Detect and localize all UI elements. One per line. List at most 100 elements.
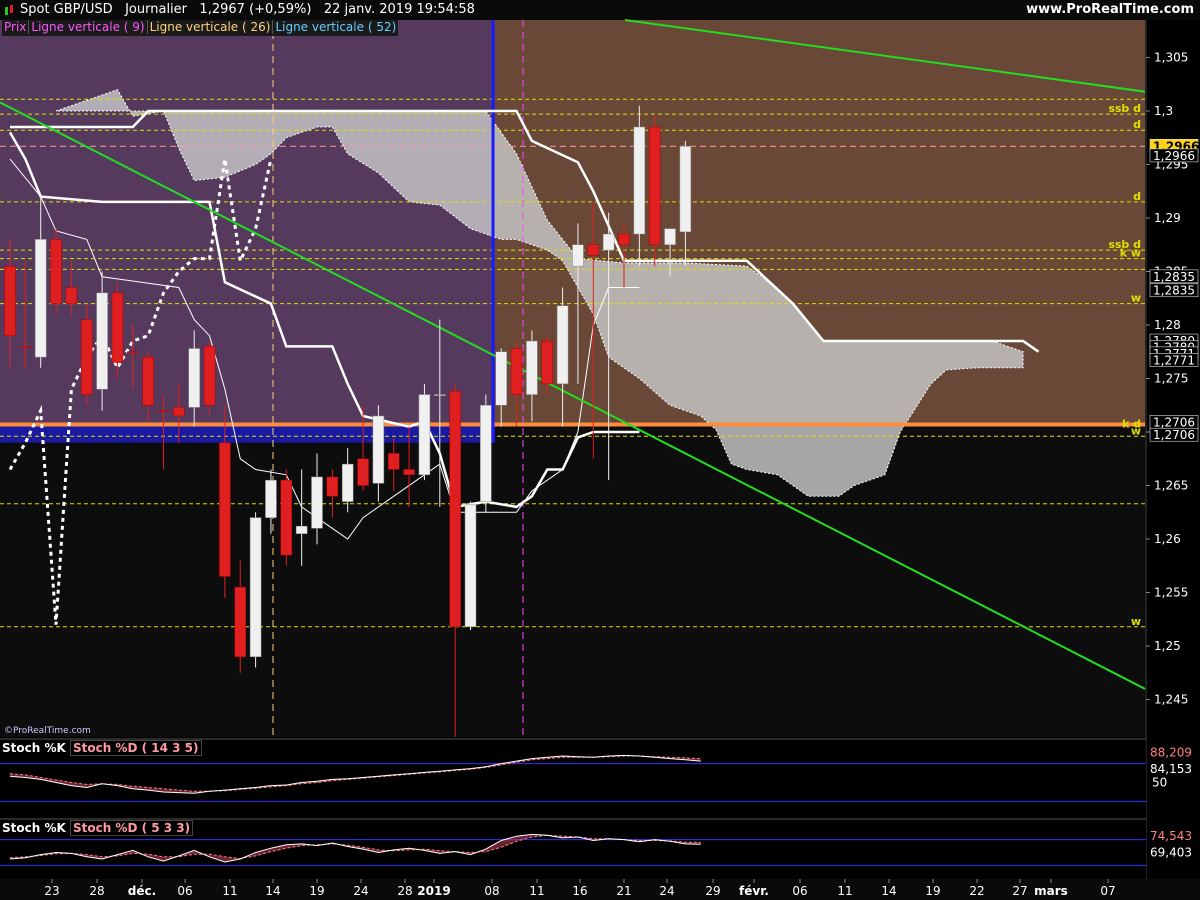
date-tick-label: 11 <box>529 884 544 898</box>
candle-body <box>173 407 185 417</box>
candle-body <box>633 126 646 235</box>
date-tick-label: 28 <box>397 884 412 898</box>
stoch2-legend: Stoch %K Stoch %D ( 5 3 3) <box>2 820 194 836</box>
candle-body <box>96 292 108 390</box>
candle-body <box>464 504 477 628</box>
price-badge-label: 1,2835 <box>1153 270 1195 284</box>
candle-body <box>495 351 507 406</box>
date-tick-label: 16 <box>572 884 587 898</box>
candle-body <box>234 586 246 657</box>
date-tick-label: 14 <box>265 884 280 898</box>
date-tick-label: 19 <box>925 884 940 898</box>
stoch2-k-value: 69,403 <box>1150 845 1192 859</box>
price-tick-label: 1,245 <box>1154 693 1188 707</box>
date-tick-label: 08 <box>484 884 499 898</box>
candle-body <box>648 126 661 245</box>
candle-body <box>81 319 93 395</box>
candle-body <box>326 476 339 497</box>
candle-body <box>587 244 600 256</box>
candle-body <box>249 517 262 657</box>
candle-body <box>50 239 62 304</box>
stoch1-level-label: 50 <box>1152 776 1167 790</box>
candle-body <box>219 442 231 577</box>
level-label: k d <box>1122 418 1141 431</box>
price-tick-label: 1,265 <box>1154 479 1188 493</box>
chart-canvas[interactable]: ssb dddssb dk wwwwk d1,3051,31,2951,291,… <box>0 0 1200 900</box>
candle-body <box>111 292 124 363</box>
candle-body <box>664 228 676 245</box>
price-tick-label: 1,305 <box>1154 50 1188 64</box>
date-tick-label: déc. <box>128 884 156 898</box>
legend-item[interactable]: Ligne verticale ( 52) <box>272 20 399 34</box>
stoch1-k-value: 84,153 <box>1150 762 1192 776</box>
candle-body <box>556 305 569 385</box>
candle-body <box>203 346 216 406</box>
date-tick-label: 06 <box>792 884 807 898</box>
date-tick-label: 2019 <box>417 884 450 898</box>
stoch1-legend: Stoch %K Stoch %D ( 14 3 5) <box>2 740 202 756</box>
price-badge-label: 1,2966 <box>1153 149 1195 163</box>
date-tick-label: 14 <box>881 884 896 898</box>
credit-text: ©ProRealTime.com <box>4 726 91 736</box>
candle-body <box>127 351 139 353</box>
candle-body <box>4 265 16 336</box>
level-label: ssb d <box>1108 102 1141 115</box>
date-tick-label: 29 <box>705 884 720 898</box>
legend-item[interactable]: Ligne verticale ( 9) <box>28 20 147 34</box>
price-tick-label: 1,29 <box>1154 211 1181 225</box>
date-tick-label: 22 <box>969 884 984 898</box>
candle-body <box>572 244 584 267</box>
price-tick-label: 1,3 <box>1154 104 1173 118</box>
candle-body <box>311 476 323 529</box>
date-tick-label: 07 <box>1100 884 1115 898</box>
price-tick-label: 1,28 <box>1154 318 1181 332</box>
candle-body <box>295 525 308 534</box>
candle-body <box>142 356 154 406</box>
candle-body <box>526 340 538 395</box>
date-tick-label: 24 <box>659 884 674 898</box>
candle-body <box>480 405 492 502</box>
date-tick-label: 28 <box>89 884 104 898</box>
date-tick-label: févr. <box>739 884 769 898</box>
candle-body <box>372 415 385 484</box>
stoch1-k-label: Stoch %K <box>2 741 66 755</box>
purple-zone <box>0 20 495 425</box>
date-tick-label: 11 <box>222 884 237 898</box>
stoch2-d-value: 74,543 <box>1150 829 1192 843</box>
price-badge-label: 1,2706 <box>1153 428 1195 442</box>
legend-item[interactable]: Prix <box>2 20 28 34</box>
candle-body <box>341 463 354 502</box>
indicator-legend: Prix Ligne verticale ( 9) Ligne verticale … <box>2 20 399 36</box>
candle-body <box>541 340 553 385</box>
stoch2-k-label: Stoch %K <box>2 821 66 835</box>
price-tick-label: 1,275 <box>1154 372 1188 386</box>
level-label: d <box>1133 118 1141 131</box>
legend-item[interactable]: Ligne verticale ( 26) <box>146 20 273 34</box>
candle-body <box>157 410 170 412</box>
candle-body <box>388 453 400 470</box>
candle-body <box>34 239 47 358</box>
level-label: w <box>1131 292 1141 305</box>
level-label: d <box>1133 190 1141 203</box>
date-tick-label: 11 <box>837 884 852 898</box>
candle-body <box>510 348 523 395</box>
price-tick-label: 1,255 <box>1154 586 1188 600</box>
candle-body <box>679 146 692 233</box>
candle-body <box>602 233 615 251</box>
price-badge-label: 1,2835 <box>1153 284 1195 298</box>
price-tick-label: 1,25 <box>1154 639 1181 653</box>
candle-body <box>357 458 369 486</box>
candle-body <box>188 348 200 408</box>
candle-body <box>449 391 461 628</box>
candle-body <box>403 469 415 476</box>
date-tick-label: 23 <box>44 884 59 898</box>
level-label: w <box>1131 615 1141 628</box>
candle-body <box>19 346 32 348</box>
level-label: k w <box>1120 247 1141 260</box>
date-tick-label: 24 <box>353 884 368 898</box>
candle-body <box>434 394 446 396</box>
price-tick-label: 1,26 <box>1154 532 1181 546</box>
candle-body <box>265 479 277 518</box>
candle-body <box>618 233 630 245</box>
date-tick-label: 21 <box>616 884 631 898</box>
